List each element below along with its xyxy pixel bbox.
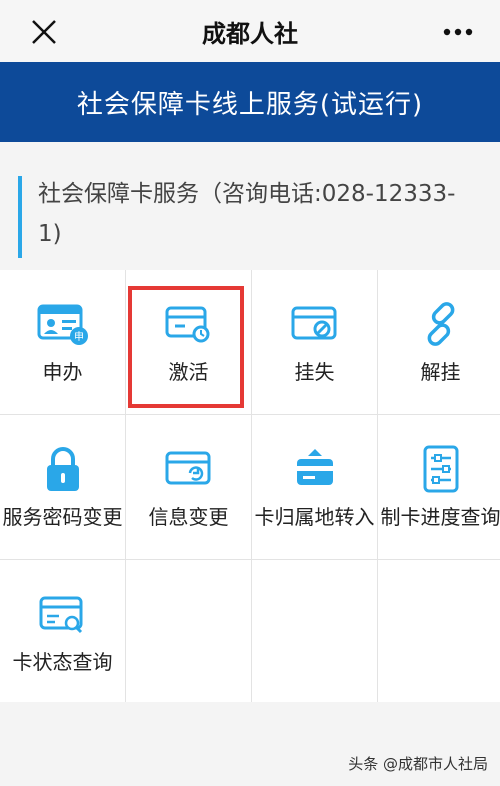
service-label: 卡状态查询: [12, 649, 113, 674]
card-activate-icon: [165, 306, 209, 342]
svg-text:申: 申: [74, 330, 84, 343]
service-label: 解挂: [420, 359, 461, 384]
service-report-loss[interactable]: 挂失: [252, 270, 377, 414]
service-label: 服务密码变更: [2, 504, 123, 529]
close-icon: [32, 20, 56, 44]
section-header: 社会保障卡服务（咨询电话:028-12333-1): [0, 142, 500, 268]
top-bar: 成都人社: [0, 0, 500, 62]
watermark: 头条 @成都市人社局: [348, 755, 488, 773]
link-unlock-icon: [427, 301, 454, 346]
service-label: 制卡进度查询: [380, 504, 500, 529]
empty-cell: [378, 560, 500, 704]
section-accent-bar: [18, 176, 22, 258]
service-label: 激活: [168, 359, 209, 384]
service-card-transfer[interactable]: 卡归属地转入: [252, 415, 377, 559]
footer: 头条 @成都市人社局: [0, 702, 500, 786]
card-transfer-icon: [296, 448, 333, 485]
card-refresh-icon: [165, 451, 210, 484]
id-card-apply-icon: 申: [37, 304, 88, 345]
service-unlock[interactable]: 解挂: [378, 270, 500, 414]
service-card-status-query[interactable]: 卡状态查询: [0, 560, 125, 704]
service-grid: 申 申办 激活 挂失 解挂 服务密码变更 信息变更 卡归属地转入 制卡进度查询 …: [0, 270, 500, 704]
progress-sliders-icon: [423, 445, 458, 492]
close-button[interactable]: [24, 12, 64, 52]
service-label: 信息变更: [148, 504, 229, 529]
card-search-icon: [39, 596, 82, 633]
service-password-change[interactable]: 服务密码变更: [0, 415, 125, 559]
page-title: 成都人社: [202, 19, 298, 48]
service-info-change[interactable]: 信息变更: [126, 415, 251, 559]
section-title: 社会保障卡服务（咨询电话:028-12333-1): [38, 181, 456, 247]
card-report-loss-icon: [291, 306, 336, 339]
service-activate[interactable]: 激活: [126, 270, 251, 414]
service-progress-query[interactable]: 制卡进度查询: [378, 415, 500, 559]
empty-cell: [252, 560, 377, 704]
service-apply[interactable]: 申 申办: [0, 270, 125, 414]
service-label: 挂失: [294, 359, 335, 384]
service-label: 卡归属地转入: [254, 504, 375, 529]
service-label: 申办: [42, 359, 83, 384]
lock-icon: [46, 446, 79, 491]
more-button[interactable]: [436, 12, 480, 52]
more-dots-icon: [443, 28, 473, 36]
service-banner: 社会保障卡线上服务(试运行): [0, 62, 500, 142]
empty-cell: [126, 560, 251, 704]
